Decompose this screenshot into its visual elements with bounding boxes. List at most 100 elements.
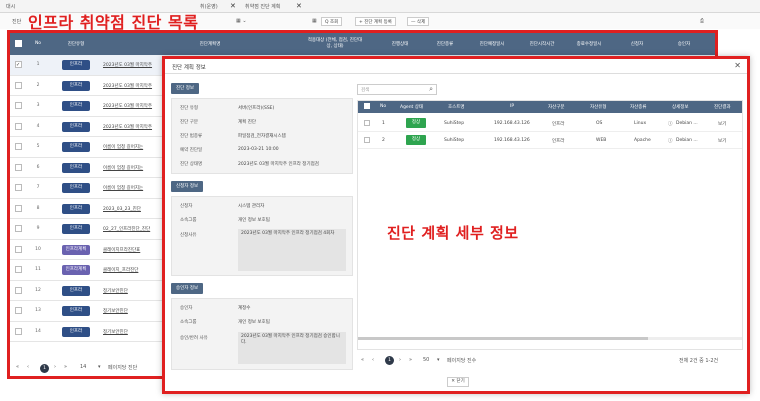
table-row[interactable]: 2 정상 SuhiStep 192.168.43.126 인프라 WEB Apa… <box>358 132 742 149</box>
first-page-icon[interactable]: « <box>361 357 364 363</box>
col-approver[interactable]: 승인자 <box>672 41 696 47</box>
col-end[interactable]: 종료수정일시 <box>572 41 606 47</box>
select-all-checkbox[interactable] <box>15 40 22 47</box>
col-type[interactable]: 진단유형 <box>58 41 94 47</box>
export-icon[interactable]: ⎙ <box>700 18 704 24</box>
col-asset-class[interactable]: 자산구분 <box>548 104 565 110</box>
row-checkbox[interactable] <box>15 327 22 335</box>
delete-button[interactable]: — 삭제 <box>407 17 430 26</box>
row-checkbox[interactable] <box>15 122 22 130</box>
detail-link[interactable]: Debian ... <box>676 138 698 143</box>
col-target[interactable]: 적용대상 (전체, 점검, 진단대상, 상태) <box>305 37 365 49</box>
row-checkbox[interactable] <box>15 225 22 232</box>
row-checkbox[interactable] <box>15 245 22 253</box>
col-asset-kind[interactable]: 자산종류 <box>630 104 647 110</box>
info-icon[interactable]: ⓘ <box>668 121 673 127</box>
tab-dashboard[interactable]: 대시 <box>6 3 15 10</box>
plan-name-link[interactable]: 이름이 엄청 길어지는 <box>103 165 143 171</box>
plan-name-link[interactable]: 이름이 엄청 길어지는 <box>103 144 143 150</box>
plan-name-link[interactable]: 2023_03_23_진단 <box>103 206 141 212</box>
row-checkbox[interactable] <box>15 163 22 171</box>
total-summary: 전체 2건 중 1-2건 <box>679 358 719 364</box>
calendar-icon[interactable]: ▦ ⌄ <box>236 18 247 24</box>
col-asset-type[interactable]: 자산유형 <box>590 104 607 110</box>
type-pill: 인프라 <box>62 285 90 296</box>
col-no[interactable]: No <box>32 41 44 46</box>
row-checkbox[interactable] <box>15 143 22 150</box>
plan-name-link[interactable]: 2023년도 03월 마지막주 <box>103 124 152 130</box>
row-no: 14 <box>35 328 41 334</box>
plan-name-link[interactable]: 2023년도 03월 마지막주 <box>103 103 152 109</box>
select-all-checkbox[interactable] <box>364 103 370 109</box>
field-value: 2023-03-21 10:00 <box>238 147 279 152</box>
row-checkbox[interactable]: ✓ <box>15 61 22 68</box>
dropdown-icon[interactable]: ▾ <box>98 364 101 370</box>
plan-name-link[interactable]: 이름이 엄청 길어지는 <box>103 185 143 191</box>
prev-page-icon[interactable]: ‹ <box>372 357 374 363</box>
col-scheduled[interactable]: 진단예정일시 <box>475 41 509 47</box>
field-label: 신청사유 <box>180 233 197 238</box>
current-page[interactable]: 1 <box>40 364 49 373</box>
register-plan-button[interactable]: + 진단 계획 등록 <box>355 17 396 26</box>
per-page-select[interactable]: 50 <box>423 357 429 363</box>
first-page-icon[interactable]: « <box>16 364 19 370</box>
horizontal-scrollbar[interactable] <box>358 337 742 340</box>
plan-name-link[interactable]: 정기보안진단 <box>103 329 128 335</box>
info-icon[interactable]: ⓘ <box>668 138 673 144</box>
tab-close-icon[interactable]: ✕ <box>230 2 236 10</box>
plan-name-link[interactable]: 02_27_인프라진단_진단 <box>103 226 150 232</box>
next-page-icon[interactable]: › <box>399 357 401 363</box>
last-page-icon[interactable]: » <box>409 357 412 363</box>
table-row[interactable]: 1 정상 SuhiStep 192.168.43.126 인프라 OS Linu… <box>358 115 742 132</box>
row-checkbox[interactable] <box>364 120 370 126</box>
row-checkbox[interactable] <box>15 307 22 314</box>
result-link[interactable]: 보기 <box>718 121 726 127</box>
tab-diagnosis-plan[interactable]: 취약점 진단 계획 <box>245 3 280 10</box>
col-progress[interactable]: 진행상태 <box>385 41 415 47</box>
row-checkbox[interactable] <box>364 137 370 143</box>
agent-status-badge: 정상 <box>406 118 426 128</box>
prev-page-icon[interactable]: ‹ <box>27 364 29 370</box>
calendar-icon[interactable]: ▦ <box>312 18 317 24</box>
result-link[interactable]: 보기 <box>718 138 726 144</box>
plan-name-link[interactable]: 정기보안진단 <box>103 308 128 314</box>
row-checkbox[interactable] <box>15 266 22 273</box>
plan-name-link[interactable]: 클레이지프라진단표 <box>103 247 140 253</box>
col-applicant[interactable]: 신청자 <box>625 41 649 47</box>
row-checkbox[interactable] <box>15 204 22 212</box>
row-checkbox[interactable] <box>15 286 22 294</box>
close-icon[interactable]: ✕ <box>734 61 741 70</box>
col-agent-status[interactable]: Agent 상태 <box>400 104 423 110</box>
plan-name-link[interactable]: 정기보안진단 <box>103 288 128 294</box>
search-icon[interactable]: ⌕ <box>429 85 433 94</box>
search-button[interactable]: Q 조회 <box>321 17 343 26</box>
close-button[interactable]: ✕ 닫기 <box>447 377 469 387</box>
field-label: 신청자 <box>180 204 193 209</box>
last-page-icon[interactable]: » <box>64 364 67 370</box>
dropdown-icon[interactable]: ▾ <box>437 357 440 363</box>
plan-name-link[interactable]: 2023년도 03월 마지막주 <box>103 62 152 68</box>
hostname: SuhiStep <box>444 138 465 143</box>
row-checkbox[interactable] <box>15 102 22 109</box>
row-checkbox[interactable] <box>15 184 22 191</box>
next-page-icon[interactable]: › <box>54 364 56 370</box>
asset-type: OS <box>596 121 603 126</box>
col-ip[interactable]: IP <box>510 104 514 109</box>
col-hostname[interactable]: 호스트명 <box>448 104 465 110</box>
detail-link[interactable]: Debian ... <box>676 121 698 126</box>
col-name[interactable]: 진단계획명 <box>180 41 240 47</box>
plan-name-link[interactable]: 2023년도 03월 마지막주 <box>103 83 152 89</box>
current-page[interactable]: 1 <box>385 356 394 365</box>
row-checkbox[interactable] <box>15 81 22 89</box>
tab-close-icon[interactable]: ✕ <box>296 2 302 10</box>
target-search-input[interactable]: 검색 ⌕ <box>357 84 437 95</box>
per-page-select[interactable]: 14 <box>80 364 86 370</box>
col-result[interactable]: 진단결과 <box>714 104 731 110</box>
plan-name-link[interactable]: 클레이지_프라진단 <box>103 267 138 273</box>
tab-operation[interactable]: 취(운영) <box>200 3 218 10</box>
col-detail[interactable]: 상세정보 <box>672 104 689 110</box>
scrollbar-thumb[interactable] <box>358 337 648 340</box>
col-start[interactable]: 진단시작시간 <box>525 41 559 47</box>
col-no[interactable]: No <box>380 104 386 109</box>
col-kind[interactable]: 진단종류 <box>430 41 460 47</box>
